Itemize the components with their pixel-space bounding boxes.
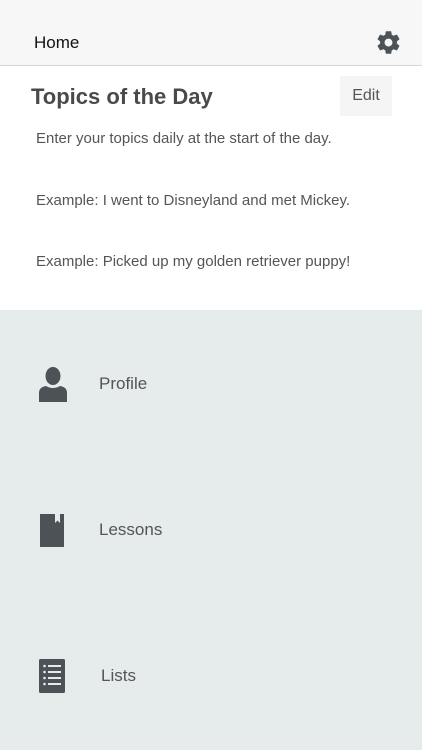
topic-line: Example: Picked up my golden retriever p… xyxy=(36,253,351,270)
gear-icon[interactable] xyxy=(375,29,402,56)
nav-title: Home xyxy=(34,33,80,52)
person-icon xyxy=(38,366,68,402)
menu-item-label: Lists xyxy=(101,666,136,685)
menu-item-profile[interactable]: Profile xyxy=(0,324,422,444)
list-icon xyxy=(38,658,68,694)
menu-item-label: Profile xyxy=(99,374,148,393)
topic-line: Example: I went to Disneyland and met Mi… xyxy=(36,192,351,209)
topic-line: Enter your topics daily at the start of … xyxy=(36,130,332,147)
edit-button[interactable]: Edit xyxy=(340,76,392,116)
app-root: Home Topics of the Day Edit Enter your t… xyxy=(0,0,422,750)
menu-item-label: Lessons xyxy=(99,520,163,539)
book-icon xyxy=(38,512,68,548)
menu-item-lessons[interactable]: Lessons xyxy=(0,470,422,590)
topics-title: Topics of the Day xyxy=(31,84,213,109)
menu-item-lists[interactable]: Lists xyxy=(0,616,422,736)
navigation-bar: Home xyxy=(0,0,422,66)
topics-card: Topics of the Day Edit Enter your topics… xyxy=(0,66,422,310)
main-menu: Profile Lessons Lists xyxy=(0,310,422,750)
